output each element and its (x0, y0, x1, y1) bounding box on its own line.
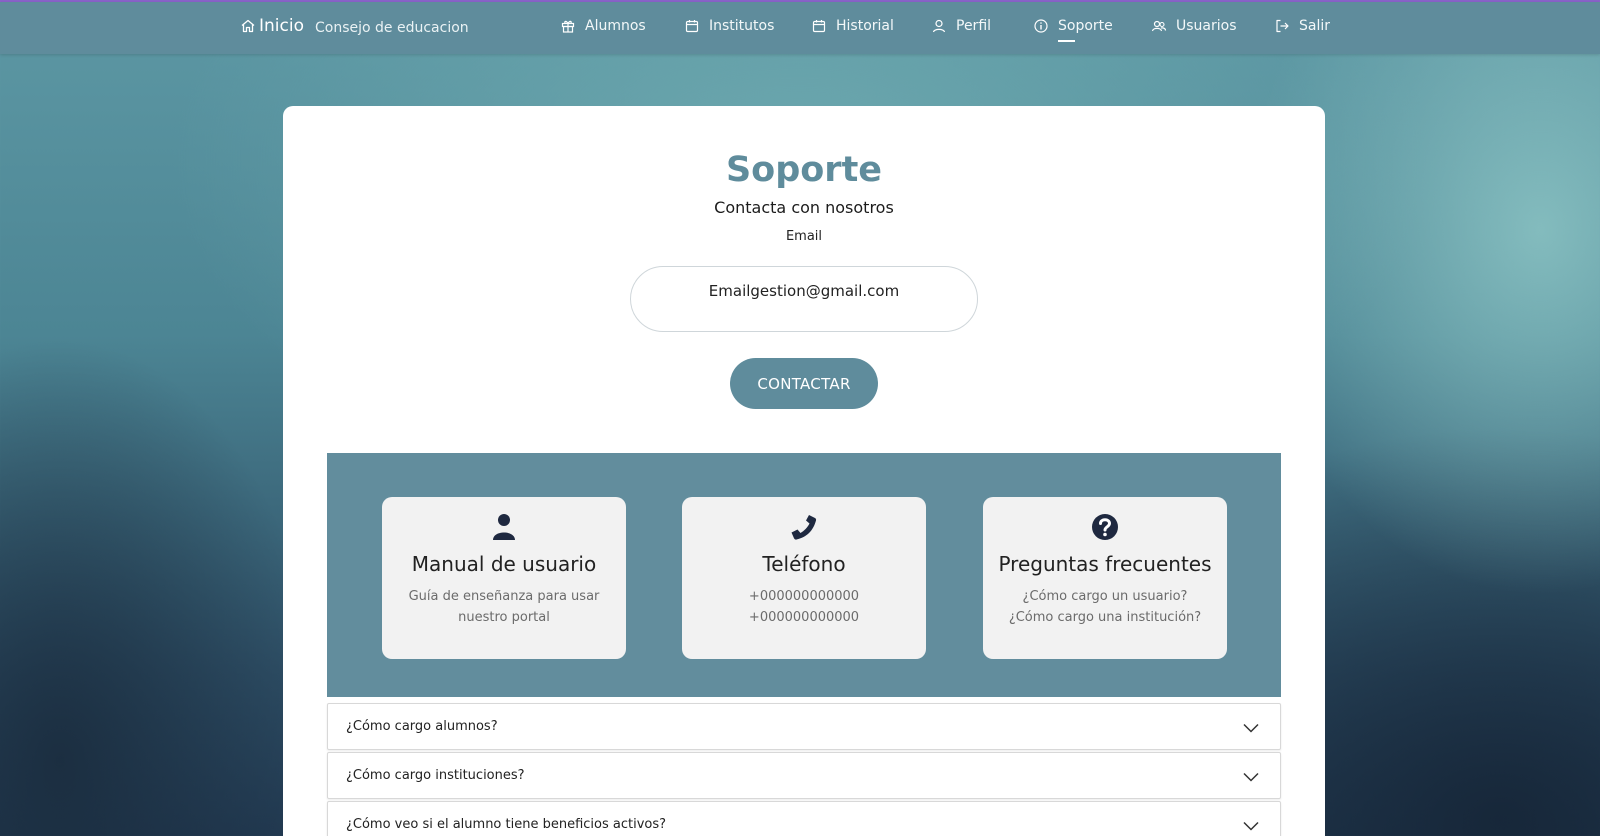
nav-item-label: Salir (1299, 18, 1331, 34)
faq-question: ¿Cómo veo si el alumno tiene beneficios … (346, 817, 667, 832)
info-band: Manual de usuario Guía de enseñanza para… (327, 453, 1281, 697)
brand-subtitle: Consejo de educacion (315, 20, 469, 36)
gift-icon (560, 18, 576, 34)
nav-item-alumnos[interactable]: Alumnos (560, 18, 646, 34)
faq-accordion-item[interactable]: ¿Cómo veo si el alumno tiene beneficios … (327, 801, 1281, 836)
nav-item-label: Historial (836, 18, 894, 34)
brand-home-link[interactable]: Inicio (240, 16, 304, 36)
card-line: nuestro portal (458, 610, 550, 625)
email-field[interactable] (630, 266, 978, 332)
card-line: +000000000000 (748, 610, 860, 625)
question-circle-icon (983, 513, 1227, 541)
faq-card[interactable]: Preguntas frecuentes ¿Cómo cargo un usua… (983, 497, 1227, 659)
page-title: Soporte (725, 150, 883, 190)
chevron-down-icon (1242, 720, 1260, 734)
faq-accordion-item[interactable]: ¿Cómo cargo alumnos? (327, 703, 1281, 750)
navbar: Inicio Consejo de educacion Alumnos Inst… (0, 2, 1600, 54)
nav-item-perfil[interactable]: Perfil (931, 18, 991, 34)
card-line: +000000000000 (748, 589, 860, 604)
card-title: Teléfono (762, 552, 846, 576)
card-title: Manual de usuario (411, 552, 597, 576)
chevron-down-icon (1242, 818, 1260, 832)
info-circle-icon (1033, 18, 1049, 34)
home-icon (240, 18, 256, 34)
user-icon (931, 18, 947, 34)
calendar-icon (811, 18, 827, 34)
nav-item-institutos[interactable]: Institutos (684, 18, 774, 34)
brand-title: Inicio (259, 16, 304, 36)
calendar-icon (684, 18, 700, 34)
faq-question: ¿Cómo cargo alumnos? (346, 719, 498, 734)
chevron-down-icon (1242, 769, 1260, 783)
nav-item-label: Perfil (956, 18, 992, 34)
phone-icon (682, 513, 926, 541)
card-title: Preguntas frecuentes (998, 552, 1212, 576)
nav-item-usuarios[interactable]: Usuarios (1151, 18, 1237, 34)
nav-item-historial[interactable]: Historial (811, 18, 894, 34)
support-card: Soporte Contacta con nosotros Email CONT… (283, 106, 1325, 836)
contact-button[interactable]: CONTACTAR (730, 358, 878, 409)
user-manual-card[interactable]: Manual de usuario Guía de enseñanza para… (382, 497, 626, 659)
contact-subtitle: Contacta con nosotros (714, 198, 894, 217)
nav-item-salir[interactable]: Salir (1274, 18, 1330, 34)
card-line: ¿Cómo cargo un usuario? (1022, 589, 1188, 604)
faq-question: ¿Cómo cargo instituciones? (346, 768, 525, 783)
nav-item-label: Usuarios (1176, 18, 1237, 34)
nav-item-label: Institutos (709, 18, 775, 34)
users-icon (1151, 18, 1167, 34)
user-icon (382, 513, 626, 541)
card-line: ¿Cómo cargo una institución? (1008, 610, 1202, 625)
nav-item-soporte[interactable]: Soporte (1033, 18, 1113, 42)
nav-item-label: Soporte (1058, 18, 1113, 42)
email-label: Email (785, 229, 823, 244)
phone-card[interactable]: Teléfono +000000000000 +000000000000 (682, 497, 926, 659)
card-line: Guía de enseñanza para usar (408, 589, 600, 604)
faq-accordion-item[interactable]: ¿Cómo cargo instituciones? (327, 752, 1281, 799)
nav-item-label: Alumnos (585, 18, 646, 34)
logout-icon (1274, 18, 1290, 34)
